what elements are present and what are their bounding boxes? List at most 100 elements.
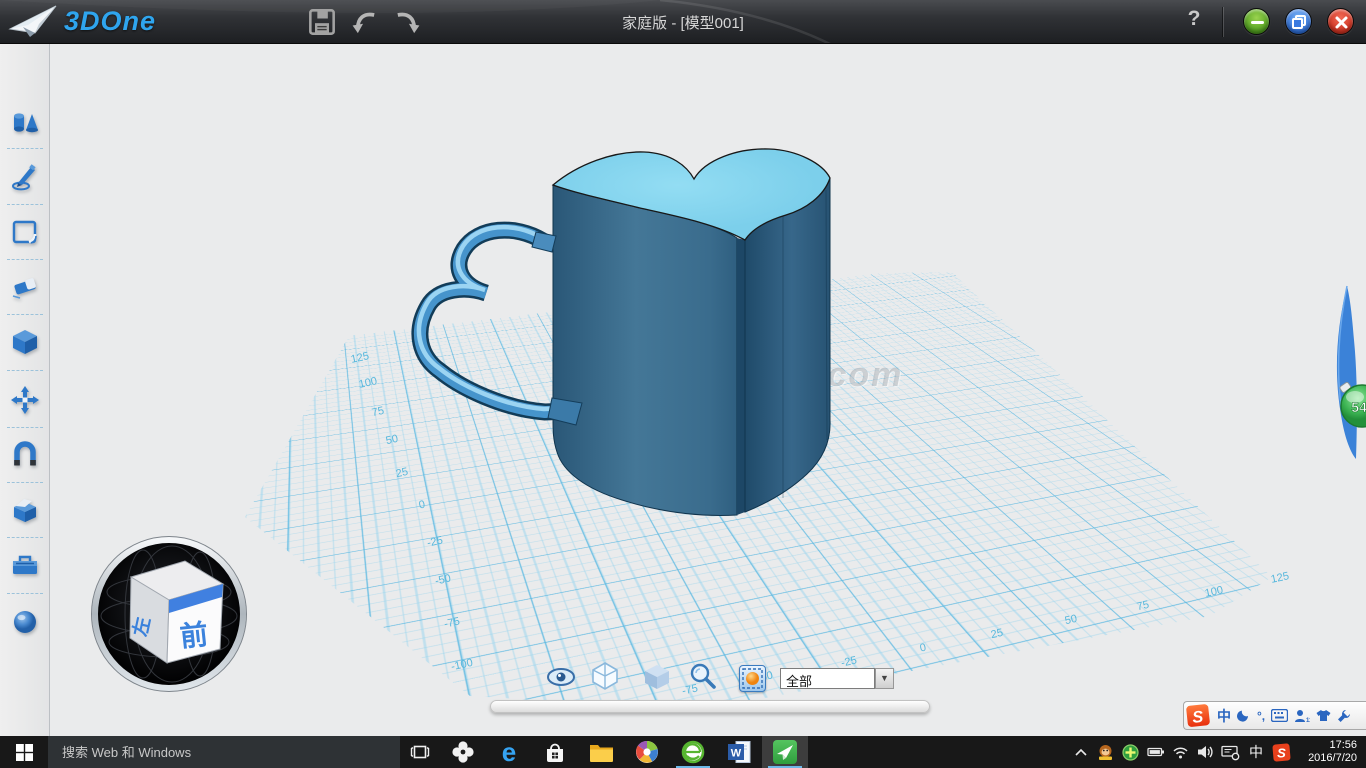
3done-taskbar-icon — [772, 739, 798, 765]
tray-chevron-icon[interactable] — [1068, 747, 1093, 757]
taskbar: e — [0, 736, 1366, 768]
taskbar-app-pinwheel[interactable] — [440, 736, 486, 768]
close-button[interactable] — [1327, 8, 1354, 35]
badge-count: 54 — [1351, 399, 1366, 415]
ime-keyboard-icon[interactable] — [1271, 709, 1288, 722]
sidebar-separator — [7, 370, 43, 371]
taskbar-app-store[interactable] — [532, 736, 578, 768]
start-button[interactable] — [0, 736, 48, 768]
undo-button[interactable] — [352, 8, 380, 36]
view-cube[interactable]: 上 前 左 — [50, 537, 247, 692]
sphere-icon — [10, 607, 40, 637]
pinwheel-icon — [451, 740, 475, 764]
save-button[interactable] — [308, 8, 336, 36]
taskbar-app-explorer[interactable] — [578, 736, 624, 768]
move-arrows-icon — [10, 385, 40, 415]
cube-icon — [10, 327, 40, 357]
visibility-eye-icon[interactable] — [546, 662, 576, 692]
sidebar-separator — [7, 427, 43, 428]
model-heart-mug[interactable] — [419, 149, 830, 515]
title-bar: 3DOne 家庭版 - [模型001] ? — [0, 0, 1366, 44]
taskbar-clock[interactable]: 17:56 2016/7/20 — [1294, 739, 1366, 765]
side-panel-tab[interactable] — [1337, 286, 1357, 459]
ime-mode-toggle[interactable]: 中 — [1217, 706, 1231, 726]
ime-settings-wrench-icon[interactable] — [1337, 709, 1351, 723]
sidebar-item-sketch[interactable] — [10, 162, 40, 192]
sketch-pen-icon — [10, 162, 40, 192]
redo-button[interactable] — [392, 8, 420, 36]
taskbar-app-360[interactable] — [624, 736, 670, 768]
sidebar-item-render[interactable] — [10, 607, 40, 637]
taskbar-spacer — [808, 736, 1068, 768]
sogou-s-glyph: S — [1191, 708, 1204, 727]
minimize-button[interactable] — [1243, 8, 1270, 35]
windows-logo-icon — [16, 744, 33, 761]
shaded-cube-icon[interactable] — [642, 662, 672, 692]
paper-plane-icon — [8, 3, 58, 39]
ime-account-icon[interactable]: 11 — [1294, 709, 1310, 723]
system-tray: 中 S 17:56 2016/7/20 — [1068, 736, 1366, 768]
3d-viewport[interactable]: 125 100 75 50 25 0 -25 -50 -75 -100 -75 … — [50, 44, 1366, 736]
taskbar-app-edge[interactable]: e — [486, 736, 532, 768]
filter-dropdown-arrow[interactable]: ▼ — [875, 668, 894, 689]
tray-ime-indicator[interactable]: 中 — [1243, 742, 1269, 762]
task-view-icon — [410, 743, 430, 761]
tray-touch-keyboard-icon[interactable] — [1218, 744, 1243, 761]
sidebar-separator — [7, 537, 43, 538]
task-view-button[interactable] — [400, 736, 440, 768]
minimize-icon — [1244, 9, 1271, 36]
toolbox-icon — [10, 550, 40, 580]
tray-wifi-icon[interactable] — [1168, 745, 1193, 760]
scene-layer: 上 前 左 54 — [50, 44, 1366, 736]
clock-time: 17:56 — [1294, 739, 1357, 752]
clock-date: 2016/7/20 — [1294, 752, 1357, 765]
sidebar-item-tools[interactable] — [10, 550, 40, 580]
edge-icon: e — [502, 737, 516, 768]
restore-icon — [1286, 9, 1313, 36]
file-explorer-icon — [589, 742, 614, 763]
sidebar-separator — [7, 259, 43, 260]
search-input[interactable] — [48, 745, 400, 760]
sogou-logo-icon[interactable]: S — [1186, 703, 1211, 728]
primitives-icon — [10, 107, 40, 137]
collapsed-panel-handle[interactable] — [490, 700, 930, 713]
tray-sogou-icon[interactable]: S — [1269, 743, 1294, 762]
ime-skin-icon[interactable] — [1316, 709, 1331, 722]
ime-toolbar: S 中 °, 11 — [1183, 701, 1366, 730]
tray-wangwang-icon[interactable] — [1093, 744, 1118, 761]
ime-punctuation-toggle[interactable]: °, — [1257, 709, 1265, 723]
sidebar-item-move[interactable] — [10, 385, 40, 415]
word-icon: W — [727, 740, 752, 764]
sidebar-separator — [7, 314, 43, 315]
magnet-icon — [10, 440, 40, 470]
wireframe-cube-icon[interactable] — [590, 661, 620, 691]
filter-dropdown[interactable]: 全部 — [780, 668, 875, 689]
taskbar-search[interactable] — [48, 736, 400, 768]
sidebar-separator — [7, 204, 43, 205]
selection-filter-button[interactable] — [739, 665, 766, 692]
sidebar-item-constraint[interactable] — [10, 440, 40, 470]
sidebar-separator — [7, 482, 43, 483]
tray-antivirus-icon[interactable] — [1118, 744, 1143, 761]
selection-filter-icon — [740, 666, 765, 691]
brand-name: 3DOne — [64, 6, 156, 37]
zoom-magnifier-icon[interactable] — [688, 662, 718, 692]
close-icon — [1328, 9, 1355, 36]
sidebar-separator — [7, 148, 43, 149]
sidebar-item-special[interactable] — [10, 495, 40, 525]
maximize-button[interactable] — [1285, 8, 1312, 35]
sidebar-item-feature[interactable] — [10, 327, 40, 357]
taskbar-app-green-browser[interactable] — [670, 736, 716, 768]
sidebar-item-sketch-edit[interactable] — [10, 217, 40, 247]
ime-account-badge: 11 — [1306, 718, 1310, 723]
tray-battery-icon[interactable] — [1143, 744, 1168, 760]
sidebar-item-trim[interactable] — [10, 272, 40, 302]
eraser-icon — [10, 272, 40, 302]
taskbar-app-3done[interactable] — [762, 736, 808, 768]
app-logo: 3DOne — [8, 3, 156, 39]
sidebar-item-primitives[interactable] — [10, 107, 40, 137]
ime-fullwidth-icon[interactable] — [1237, 709, 1251, 723]
taskbar-app-word[interactable]: W — [716, 736, 762, 768]
help-button[interactable]: ? — [1182, 7, 1206, 31]
tray-volume-icon[interactable] — [1193, 744, 1218, 760]
